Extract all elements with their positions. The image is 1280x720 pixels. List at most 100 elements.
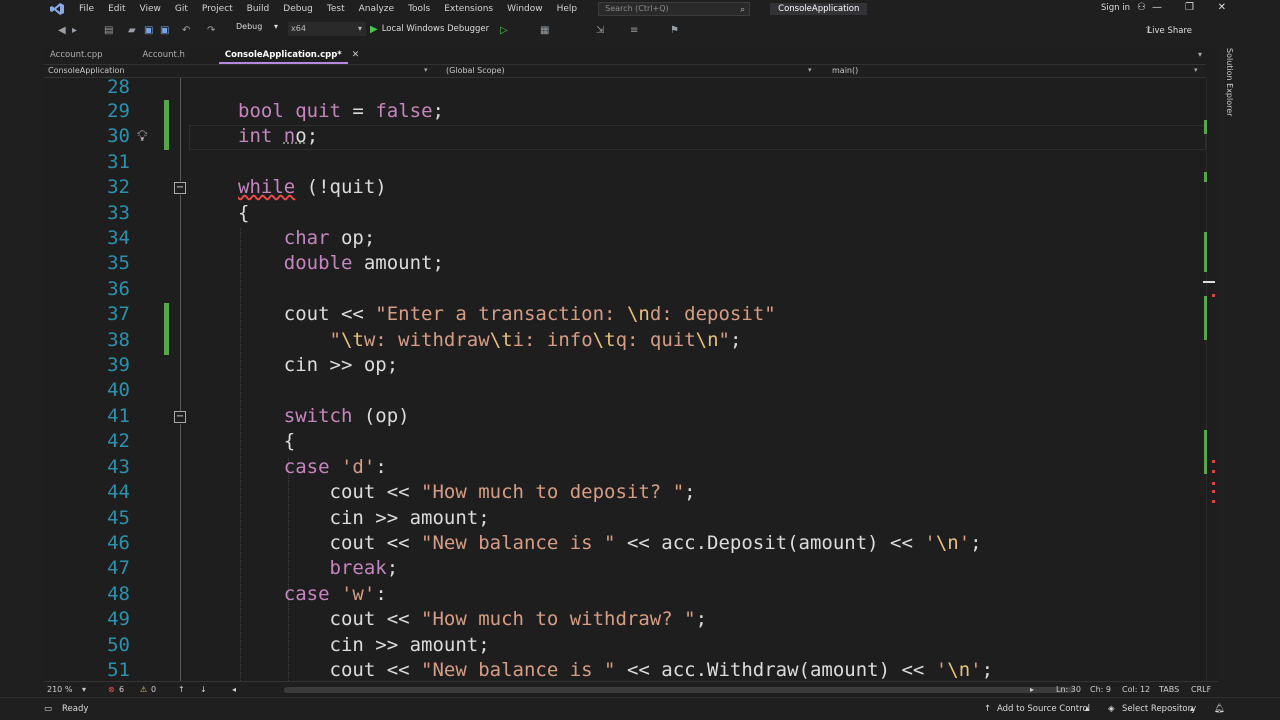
member-dropdown[interactable]: main() bbox=[832, 66, 858, 75]
undo-icon[interactable]: ↶ bbox=[182, 25, 190, 36]
vertical-scrollbar[interactable] bbox=[1206, 78, 1218, 681]
menu-file[interactable]: File bbox=[72, 0, 101, 18]
line-number: 40 bbox=[107, 379, 130, 401]
align-icon[interactable]: ≡ bbox=[630, 25, 638, 36]
code-line-50: cin >> amount; bbox=[238, 634, 490, 656]
back-icon[interactable]: ◀ bbox=[58, 25, 66, 36]
line-number: 46 bbox=[107, 532, 130, 554]
change-marker bbox=[1204, 296, 1207, 340]
scope-dropdown[interactable]: (Global Scope) bbox=[446, 66, 505, 75]
project-dropdown[interactable]: ConsoleApplication bbox=[48, 66, 124, 75]
code-line-43: case 'd': bbox=[283, 456, 387, 478]
select-repository-button[interactable]: Select Repository bbox=[1122, 704, 1196, 714]
line-number: 36 bbox=[107, 278, 130, 300]
current-line-highlight bbox=[189, 125, 1206, 150]
save-icon[interactable]: ▣ bbox=[144, 25, 153, 36]
code-line-33: { bbox=[238, 202, 250, 224]
left-window-border bbox=[0, 46, 44, 697]
line-indicator[interactable]: Ln: 30 bbox=[1056, 685, 1081, 694]
col-indicator[interactable]: Col: 12 bbox=[1122, 685, 1150, 694]
menu-project[interactable]: Project bbox=[195, 0, 240, 18]
menu-help[interactable]: Help bbox=[550, 0, 585, 18]
char-indicator[interactable]: Ch: 9 bbox=[1090, 685, 1111, 694]
minimize-icon[interactable]: — bbox=[1152, 2, 1162, 13]
lightbulb-icon[interactable]: 💡︎ bbox=[137, 127, 153, 145]
line-number: 31 bbox=[107, 151, 130, 173]
menu-debug[interactable]: Debug bbox=[276, 0, 320, 18]
diagnostics-icon[interactable]: ▦ bbox=[540, 25, 549, 36]
code-editor[interactable]: 28 29 30 31 32 33 34 35 36 37 38 39 40 4… bbox=[44, 78, 1206, 681]
menu-bar: File Edit View Git Project Build Debug T… bbox=[0, 0, 1280, 18]
eol-indicator[interactable]: CRLF bbox=[1191, 685, 1211, 694]
platform-select[interactable]: x64 ▾ bbox=[288, 22, 366, 36]
search-input[interactable]: Search (Ctrl+Q) ⌕ bbox=[598, 2, 751, 16]
menu-test[interactable]: Test bbox=[320, 0, 352, 18]
restore-icon[interactable]: ❐ bbox=[1185, 2, 1194, 13]
sign-in-link[interactable]: Sign in bbox=[1101, 3, 1130, 13]
next-issue-icon[interactable]: ↓ bbox=[200, 685, 207, 694]
menu-extensions[interactable]: Extensions bbox=[437, 0, 500, 18]
add-to-source-control-button[interactable]: Add to Source Control bbox=[997, 704, 1090, 714]
solution-explorer-tab[interactable]: Solution Explorer bbox=[1220, 48, 1234, 128]
close-tab-icon[interactable]: ✕ bbox=[352, 48, 360, 64]
new-project-icon[interactable]: ▤ bbox=[104, 25, 113, 36]
tab-account-h[interactable]: Account.h bbox=[137, 48, 191, 64]
notifications-icon[interactable]: 🔔︎ bbox=[1214, 704, 1225, 714]
menu-git[interactable]: Git bbox=[168, 0, 195, 18]
outline-line bbox=[180, 195, 181, 411]
document-tabs: Account.cpp Account.h ConsoleApplication… bbox=[44, 48, 1204, 64]
scroll-position-indicator bbox=[1203, 281, 1215, 283]
menu-edit[interactable]: Edit bbox=[101, 0, 132, 18]
zoom-level[interactable]: 210 % bbox=[47, 685, 72, 694]
menu-view[interactable]: View bbox=[133, 0, 168, 18]
scroll-left-icon[interactable]: ◂ bbox=[232, 685, 236, 694]
line-number: 35 bbox=[107, 252, 130, 274]
open-file-icon[interactable]: ▰ bbox=[128, 25, 136, 36]
error-marker bbox=[1212, 482, 1215, 485]
redo-icon[interactable]: ↷ bbox=[207, 25, 215, 36]
horizontal-scrollbar[interactable] bbox=[284, 687, 1074, 693]
code-line-32: while (!quit) bbox=[238, 176, 387, 198]
menu-tools[interactable]: Tools bbox=[401, 0, 437, 18]
change-bar bbox=[164, 303, 169, 355]
menu-analyze[interactable]: Analyze bbox=[352, 0, 401, 18]
run-debugger-button[interactable]: ▶ Local Windows Debugger bbox=[370, 22, 489, 36]
code-line-47: break; bbox=[329, 557, 399, 579]
collapse-icon[interactable]: − bbox=[174, 182, 186, 194]
code-line-46: cout << "New balance is " << acc.Deposit… bbox=[238, 532, 982, 554]
menu-build[interactable]: Build bbox=[240, 0, 277, 18]
save-all-icon[interactable]: ▣ bbox=[160, 25, 169, 36]
code-line-44: cout << "How much to deposit? "; bbox=[238, 481, 696, 503]
code-line-29: bool quit = false; bbox=[238, 100, 444, 122]
scroll-right-icon[interactable]: ▸ bbox=[1030, 685, 1034, 694]
code-line-39: cin >> op; bbox=[238, 354, 399, 376]
account-icon[interactable]: ⚇ bbox=[1137, 2, 1146, 13]
configuration-select[interactable]: Debug ▾ bbox=[236, 22, 286, 36]
line-number: 44 bbox=[107, 481, 130, 503]
error-icon[interactable]: ⊗ bbox=[108, 685, 115, 694]
upload-icon[interactable]: ↑ bbox=[984, 704, 991, 714]
error-count[interactable]: 6 bbox=[119, 685, 124, 694]
collapse-icon[interactable]: − bbox=[174, 411, 186, 423]
code-line-41: switch (op) bbox=[283, 405, 410, 427]
tab-label: ConsoleApplication.cpp* bbox=[224, 50, 342, 60]
status-text: Ready bbox=[62, 704, 89, 714]
tab-overflow-icon[interactable]: ▾ bbox=[1198, 50, 1202, 59]
tab-consoleapplication-cpp[interactable]: ConsoleApplication.cpp* bbox=[218, 48, 348, 64]
tabs-indicator[interactable]: TABS bbox=[1159, 685, 1179, 694]
bookmark-icon[interactable]: ⚑ bbox=[670, 25, 679, 36]
forward-icon[interactable]: ▸ bbox=[72, 25, 77, 36]
outline-line bbox=[180, 424, 181, 681]
warning-count[interactable]: 0 bbox=[151, 685, 156, 694]
output-icon[interactable]: ▭ bbox=[44, 704, 52, 714]
previous-issue-icon[interactable]: ↑ bbox=[178, 685, 185, 694]
live-share-button[interactable]: Live Share bbox=[1147, 26, 1192, 36]
step-icon[interactable]: ⇲ bbox=[596, 25, 604, 36]
error-marker bbox=[1212, 500, 1215, 503]
warning-icon[interactable]: ⚠ bbox=[140, 685, 147, 694]
menu-window[interactable]: Window bbox=[500, 0, 550, 18]
repository-icon[interactable]: ◈ bbox=[1108, 704, 1115, 714]
start-without-debugging-icon[interactable]: ▷ bbox=[500, 25, 508, 36]
close-icon[interactable]: ✕ bbox=[1218, 2, 1226, 13]
tab-account-cpp[interactable]: Account.cpp bbox=[44, 48, 109, 64]
